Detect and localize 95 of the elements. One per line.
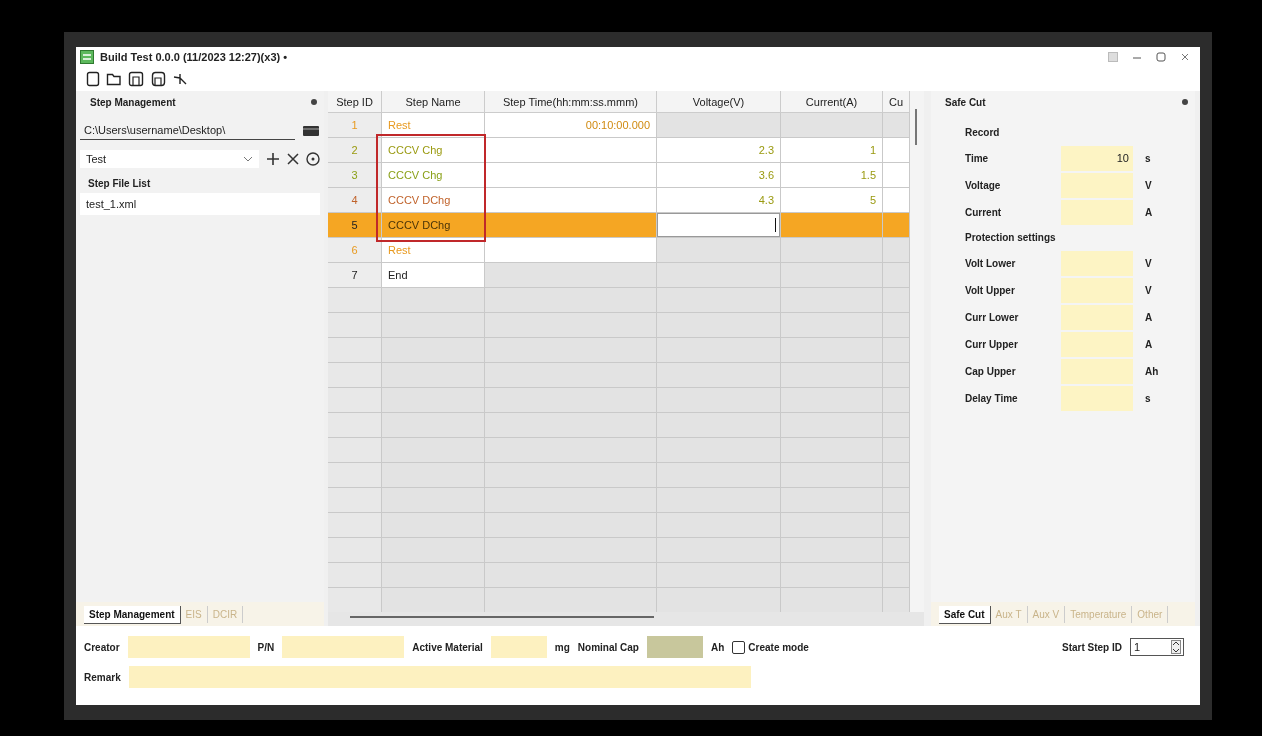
table-cell: 1 bbox=[328, 113, 382, 138]
pin-icon[interactable] bbox=[1181, 98, 1189, 106]
table-row[interactable]: 5 CCCV DChg bbox=[328, 213, 910, 238]
input-field[interactable] bbox=[1061, 173, 1133, 198]
table-cell: 6 bbox=[328, 238, 382, 263]
field-label: Delay Time bbox=[965, 393, 1019, 404]
caret-icon bbox=[243, 156, 253, 162]
input-field[interactable] bbox=[1061, 386, 1133, 411]
unit-label: s bbox=[1145, 153, 1151, 164]
field-label: Start Step ID bbox=[1062, 641, 1122, 653]
field-label: Voltage bbox=[965, 180, 1002, 191]
table-cell: 3.6 bbox=[657, 163, 781, 188]
table-cell: 5 bbox=[781, 188, 883, 213]
input-field[interactable] bbox=[1061, 251, 1133, 276]
panel-title: Step Management bbox=[90, 96, 176, 108]
wand-icon[interactable] bbox=[172, 71, 188, 87]
table-cell: Rest bbox=[382, 113, 485, 138]
field-label: Volt Upper bbox=[965, 285, 1016, 296]
input-field[interactable] bbox=[1061, 359, 1133, 384]
unit-label: mg bbox=[554, 641, 570, 653]
pin-icon[interactable] bbox=[310, 98, 318, 106]
table-cell: Rest bbox=[382, 238, 485, 263]
panel-title: Safe Cut bbox=[945, 96, 986, 108]
scrollbar[interactable] bbox=[350, 616, 654, 618]
input-field[interactable] bbox=[1061, 305, 1133, 330]
table-cell: 00:10:00.000 bbox=[485, 113, 657, 138]
start-step-spinbox[interactable]: 1 bbox=[1130, 638, 1184, 656]
unit-label: Ah bbox=[1145, 366, 1159, 377]
input-field[interactable] bbox=[1061, 200, 1133, 225]
unit-label: s bbox=[1145, 393, 1151, 404]
profile-dropdown[interactable]: Test bbox=[80, 150, 259, 168]
path-field[interactable]: C:\Users\username\Desktop\ bbox=[80, 121, 295, 140]
maximize-icon[interactable] bbox=[1156, 52, 1166, 62]
field-label: Volt Lower bbox=[965, 258, 1017, 269]
table-cell: CCCV DChg bbox=[382, 188, 485, 213]
table-row[interactable]: 7 End bbox=[328, 263, 910, 288]
table-cell: 5 bbox=[328, 213, 382, 238]
save-icon[interactable] bbox=[128, 71, 144, 87]
remark-field[interactable] bbox=[128, 666, 751, 688]
spin-arrows-icon[interactable] bbox=[1171, 640, 1181, 654]
field-label: Creator bbox=[84, 641, 120, 653]
table-cell: 2.3 bbox=[657, 138, 781, 163]
app-menu-icon[interactable] bbox=[1108, 52, 1118, 62]
field-label: P/N bbox=[257, 641, 275, 653]
table-cell: 3 bbox=[328, 163, 382, 188]
field-label: Active Material bbox=[412, 641, 483, 653]
table-row[interactable]: 4 CCCV DChg 4.3 5 bbox=[328, 188, 910, 213]
section-label: Record bbox=[965, 126, 1001, 140]
field-label: Current bbox=[965, 207, 1003, 218]
field-label: Curr Upper bbox=[965, 339, 1019, 350]
tab[interactable]: Safe Cut bbox=[939, 606, 991, 624]
tab[interactable]: Step Management bbox=[84, 606, 181, 624]
cell-editor[interactable] bbox=[657, 213, 781, 238]
window-title: Build Test 0.0.0 (11/2023 12:27)(x3) • bbox=[100, 51, 288, 63]
new-file-icon[interactable] bbox=[86, 71, 100, 87]
table-cell: 2 bbox=[328, 138, 382, 163]
table-cell: 7 bbox=[328, 263, 382, 288]
unit-label: V bbox=[1145, 258, 1152, 269]
table-cell: 4 bbox=[328, 188, 382, 213]
input-field[interactable] bbox=[490, 636, 547, 658]
info-icon[interactable] bbox=[306, 152, 320, 166]
add-icon[interactable] bbox=[266, 152, 280, 166]
unit-label: V bbox=[1145, 285, 1152, 296]
field-label: Nominal Cap bbox=[577, 641, 639, 653]
file-item[interactable]: test_1.xml bbox=[80, 193, 320, 215]
table-cell: 1 bbox=[781, 138, 883, 163]
table-cell: CCCV DChg bbox=[382, 213, 485, 238]
table-cell: CCCV Chg bbox=[382, 138, 485, 163]
scrollbar[interactable] bbox=[910, 91, 924, 612]
field-label: Remark bbox=[84, 671, 121, 683]
table-cell: CCCV Chg bbox=[382, 163, 485, 188]
close-icon[interactable] bbox=[287, 153, 299, 165]
unit-label: Ah bbox=[710, 641, 725, 653]
input-field[interactable] bbox=[282, 636, 405, 658]
field-label: Time bbox=[965, 153, 990, 164]
unit-label: A bbox=[1145, 207, 1153, 218]
input-field[interactable] bbox=[1061, 332, 1133, 357]
section-label: Step File List bbox=[87, 178, 152, 189]
table-cell: End bbox=[382, 263, 485, 288]
unit-label: A bbox=[1145, 339, 1153, 350]
input-field[interactable]: 10 bbox=[1061, 146, 1133, 171]
table-cell: 1.5 bbox=[781, 163, 883, 188]
input-field[interactable] bbox=[1061, 278, 1133, 303]
folder-icon[interactable] bbox=[106, 71, 122, 87]
save-as-icon[interactable] bbox=[150, 71, 166, 87]
section-label: Protection settings bbox=[965, 231, 1057, 245]
table-cell: 4.3 bbox=[657, 188, 781, 213]
field-label: Cap Upper bbox=[965, 366, 1017, 377]
field-label: Curr Lower bbox=[965, 312, 1020, 323]
input-field[interactable] bbox=[127, 636, 250, 658]
unit-label: A bbox=[1145, 312, 1153, 323]
unit-label: V bbox=[1145, 180, 1152, 191]
app-icon bbox=[80, 50, 94, 64]
create-mode-checkbox[interactable]: Create mode bbox=[732, 640, 809, 654]
folder-icon[interactable] bbox=[302, 124, 320, 137]
